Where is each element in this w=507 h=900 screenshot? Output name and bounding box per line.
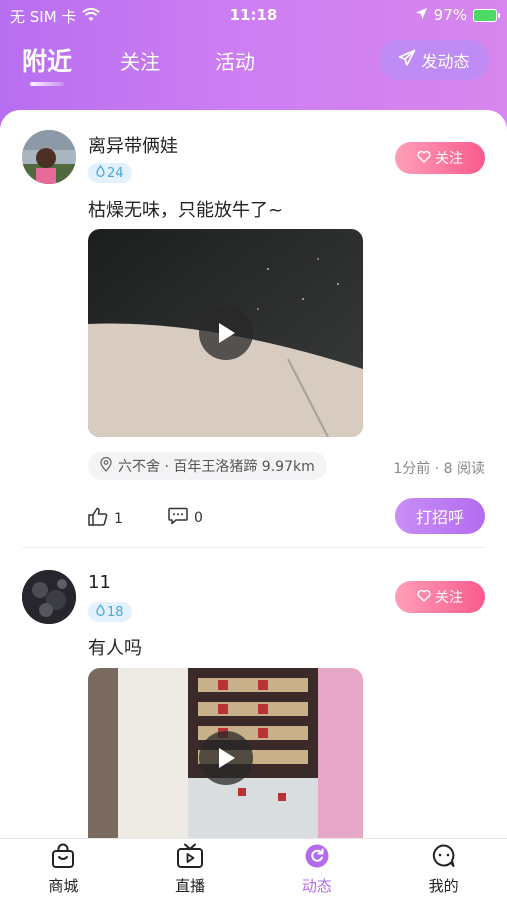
post-dynamic-label: 发动态 [421,52,470,71]
tab-active-indicator [30,82,64,86]
comment-icon [168,507,188,529]
post-text: 枯燥无味，只能放牛了~ [88,200,284,221]
status-right: 97% [415,6,500,24]
like-count: 1 [114,510,123,527]
battery-percent: 97% [433,6,467,24]
post-text: 有人吗 [88,638,142,659]
location-pin-icon [100,456,112,476]
like-action[interactable]: 1 [88,507,123,530]
follow-button[interactable]: 关注 [395,581,485,613]
post-meta: 1分前 · 8 阅读 [393,461,485,477]
nav-label-mine: 我的 [428,877,459,895]
tv-play-icon [176,843,204,873]
video-thumbnail[interactable] [88,229,363,437]
droplet-icon [96,603,105,620]
bottom-nav: 商城 直播 动态 我的 [0,838,507,900]
heart-icon [417,150,431,167]
refresh-circle-icon [304,843,330,873]
tab-activity[interactable]: 活动 [215,46,255,75]
chat-person-icon [431,843,457,873]
feed[interactable]: 离异带俩娃 24 关注 枯燥无味，只能放牛了~ 六不舍 · 百年王洛猪蹄 9.9… [0,110,507,838]
play-icon[interactable] [198,731,253,785]
nav-label-mall: 商城 [48,877,79,895]
location-tag[interactable]: 六不舍 · 百年王洛猪蹄 9.97km [88,452,327,480]
comment-count: 0 [194,510,203,526]
level-value: 18 [107,604,124,620]
follow-label: 关注 [435,590,463,606]
tab-following[interactable]: 关注 [120,46,160,75]
level-value: 24 [107,165,124,181]
nav-item-mine[interactable]: 我的 [380,839,507,900]
follow-button[interactable]: 关注 [395,142,485,174]
nav-label-live: 直播 [175,877,206,895]
location-arrow-icon [415,6,428,24]
avatar[interactable] [22,570,76,624]
thumbs-up-icon [88,507,108,530]
nav-item-feed[interactable]: 动态 [254,839,381,900]
video-thumbnail[interactable] [88,668,363,838]
username[interactable]: 11 [88,572,111,593]
nav-item-mall[interactable]: 商城 [0,839,127,900]
shopping-bag-icon [50,843,76,873]
heart-icon [417,589,431,606]
avatar[interactable] [22,130,76,184]
comment-action[interactable]: 0 [168,507,203,529]
level-badge: 24 [88,163,132,183]
post-dynamic-button[interactable]: 发动态 [379,40,489,80]
level-badge: 18 [88,602,132,622]
droplet-icon [96,164,105,181]
tab-nearby[interactable]: 附近 [22,42,72,78]
status-bar: 无 SIM 卡 11:18 97% [0,0,507,30]
location-text: 六不舍 · 百年王洛猪蹄 9.97km [118,459,315,475]
nav-label-feed: 动态 [301,877,332,895]
greet-button[interactable]: 打招呼 [395,498,485,534]
paper-plane-icon [398,49,416,71]
nav-item-live[interactable]: 直播 [127,839,254,900]
username[interactable]: 离异带俩娃 [88,132,178,158]
battery-icon [473,8,500,22]
play-icon[interactable] [198,306,253,360]
follow-label: 关注 [435,151,463,167]
post-divider [22,547,485,548]
